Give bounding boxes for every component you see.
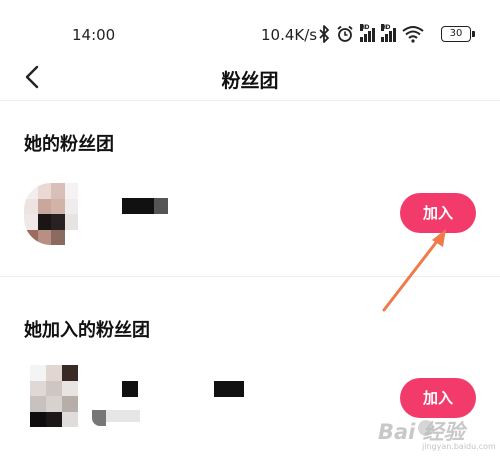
watermark: Bai 经验 jingyan.baidu.com <box>378 412 496 452</box>
watermark-subtext: jingyan.baidu.com <box>422 442 496 451</box>
annotation-arrow <box>382 229 446 312</box>
